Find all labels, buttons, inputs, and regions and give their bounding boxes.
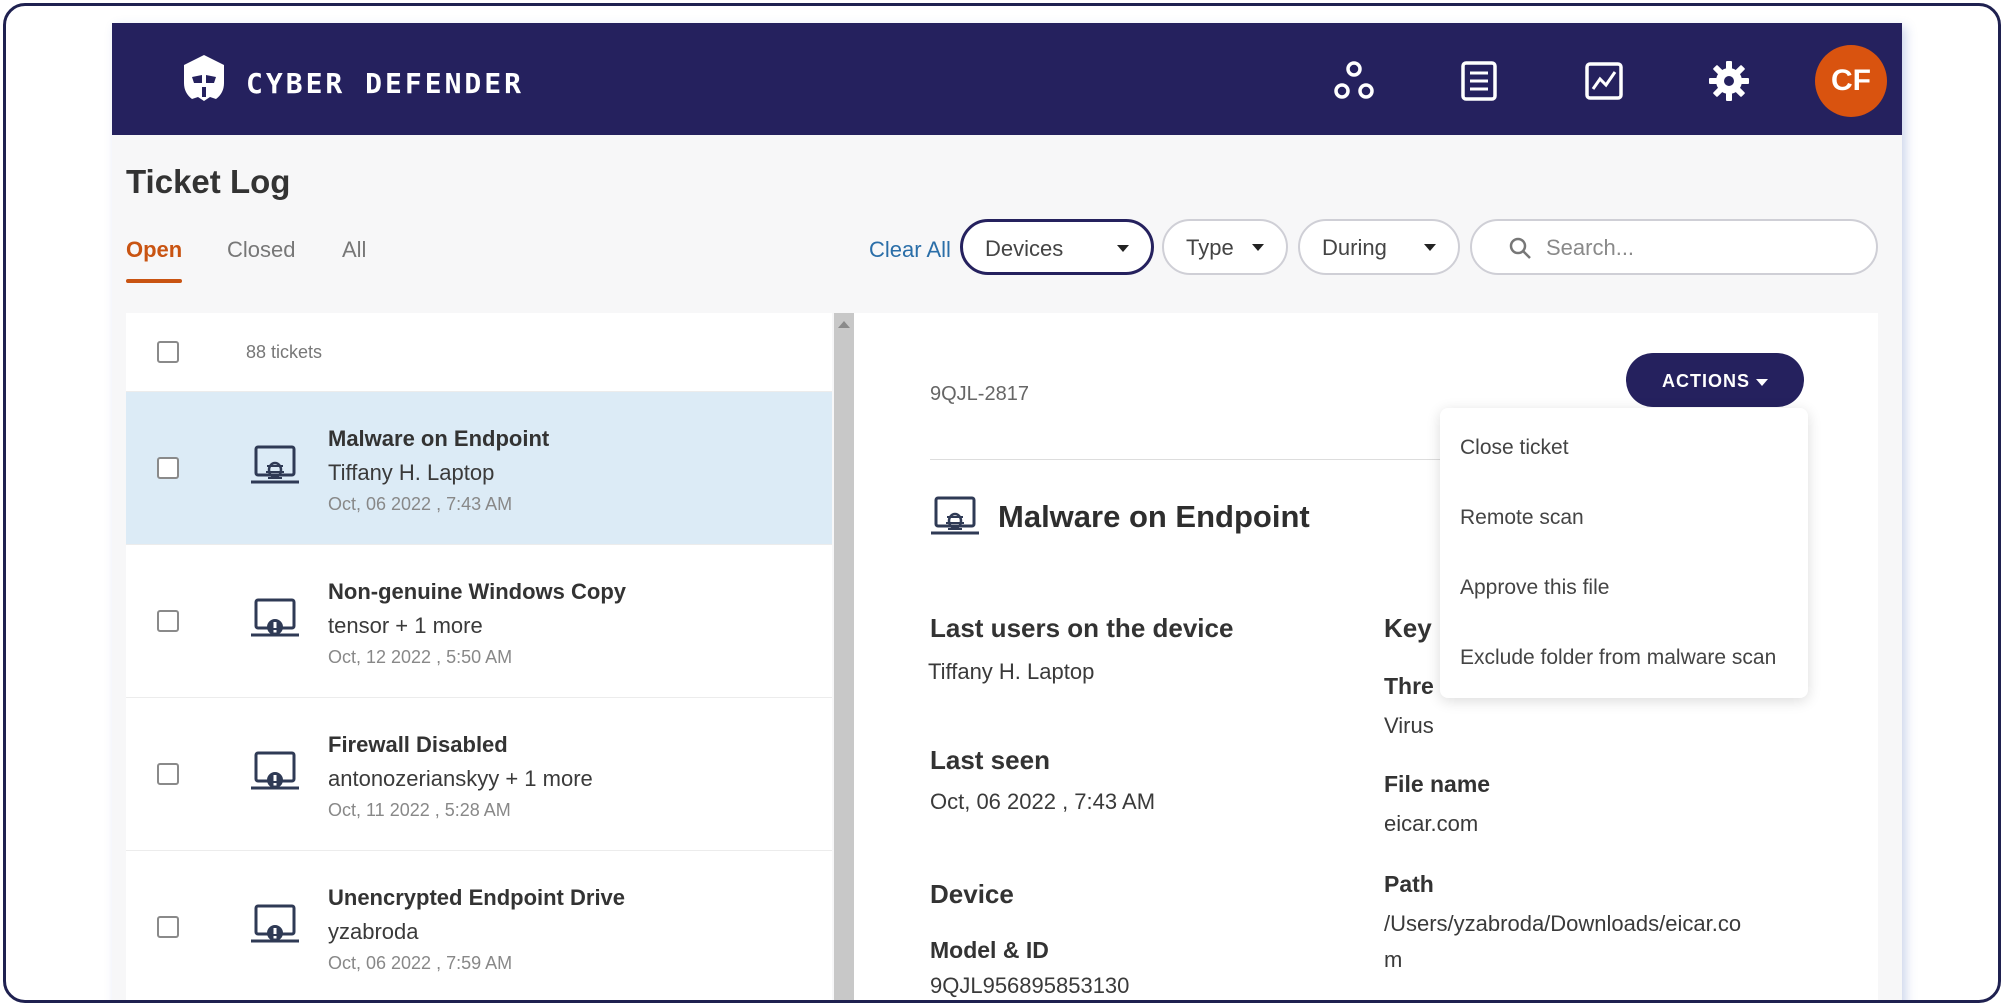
last-seen-value: Oct, 06 2022 , 7:43 AM [930, 789, 1156, 814]
active-tab-underline [126, 279, 182, 283]
model-id-heading: Model & ID [930, 937, 1049, 963]
ticket-device: antonozerianskyy + 1 more [328, 766, 593, 791]
during-filter-dropdown[interactable]: During [1298, 219, 1460, 275]
actions-dropdown-menu: Close ticket Remote scan Approve this fi… [1440, 408, 1808, 698]
ticket-date: Oct, 06 2022 , 7:59 AM [328, 953, 513, 973]
path-heading: Path [1384, 871, 1434, 897]
ticket-title: Unencrypted Endpoint Drive [328, 885, 626, 910]
ticket-title: Malware on Endpoint [328, 426, 550, 451]
malware-device-icon [251, 445, 299, 484]
tab-open[interactable]: Open [126, 237, 182, 263]
menu-item-close-ticket[interactable]: Close ticket [1460, 436, 1569, 460]
search-input[interactable] [1544, 231, 1848, 265]
ticket-device: Tiffany H. Laptop [328, 460, 495, 485]
file-name-value: eicar.com [1384, 811, 1479, 836]
file-name-heading: File name [1384, 771, 1491, 797]
ticket-list: 88 tickets Malware on Endpoint Tiffany H… [126, 313, 832, 1000]
chevron-down-icon [1117, 245, 1129, 252]
ticket-row[interactable]: Firewall Disabled antonozerianskyy + 1 m… [126, 698, 832, 851]
devices-filter-dropdown[interactable]: Devices [960, 219, 1154, 275]
during-filter-label: During [1322, 235, 1387, 260]
gear-icon[interactable] [1707, 59, 1751, 103]
screenshot-frame: CYBER DEFENDER CF Ticket Log Open Closed… [3, 3, 2001, 1003]
ticket-row[interactable]: Non-genuine Windows Copy tensor + 1 more… [126, 545, 832, 698]
type-filter-dropdown[interactable]: Type [1162, 219, 1288, 275]
alert-device-icon [251, 751, 299, 790]
chevron-down-icon [1424, 244, 1436, 251]
last-users-value: Tiffany H. Laptop [928, 659, 1095, 684]
type-filter-label: Type [1186, 235, 1234, 260]
menu-item-remote-scan[interactable]: Remote scan [1460, 506, 1584, 530]
list-icon[interactable] [1457, 59, 1501, 103]
list-header: 88 tickets [126, 313, 832, 392]
key-heading: Key [1384, 613, 1432, 643]
page-title: Ticket Log [126, 163, 291, 200]
row-checkbox[interactable] [157, 763, 179, 785]
tab-closed[interactable]: Closed [227, 237, 295, 263]
divider [930, 459, 1450, 460]
ticket-device: tensor + 1 more [328, 613, 483, 638]
chevron-down-icon [1756, 378, 1768, 386]
list-scrollbar[interactable] [834, 313, 854, 1000]
clear-all-link[interactable]: Clear All [869, 237, 951, 263]
brand-name: CYBER DEFENDER [246, 67, 525, 100]
row-checkbox[interactable] [157, 457, 179, 479]
ticket-row[interactable]: Unencrypted Endpoint Drive yzabroda Oct,… [126, 851, 832, 1000]
ticket-id: 9QJL-2817 [930, 383, 1029, 405]
menu-item-approve-file[interactable]: Approve this file [1460, 576, 1609, 600]
ticket-date: Oct, 12 2022 , 5:50 AM [328, 647, 513, 667]
chevron-down-icon [1252, 244, 1264, 251]
search-icon [1509, 237, 1531, 259]
ticket-date: Oct, 11 2022 , 5:28 AM [328, 800, 511, 820]
top-bar: CYBER DEFENDER CF [112, 23, 1902, 135]
tab-all[interactable]: All [342, 237, 366, 263]
actions-button[interactable]: ACTIONS [1626, 353, 1804, 407]
select-all-checkbox[interactable] [157, 341, 179, 363]
menu-item-exclude-folder[interactable]: Exclude folder from malware scan [1460, 646, 1776, 670]
user-avatar[interactable]: CF [1815, 45, 1887, 117]
ticket-row[interactable]: Malware on Endpoint Tiffany H. Laptop Oc… [126, 392, 832, 545]
ticket-title: Non-genuine Windows Copy [328, 579, 626, 604]
path-value-line2: m [1384, 947, 1403, 972]
devices-filter-label: Devices [985, 236, 1064, 261]
model-id-value: 9QJL956895853130 [930, 973, 1130, 998]
actions-button-label: ACTIONS [1662, 371, 1750, 391]
row-checkbox[interactable] [157, 610, 179, 632]
chart-icon[interactable] [1582, 59, 1626, 103]
last-seen-heading: Last seen [930, 745, 1050, 775]
ticket-count: 88 tickets [246, 342, 323, 362]
threat-value: Virus [1384, 713, 1434, 738]
alert-device-icon [251, 598, 299, 637]
last-users-heading: Last users on the device [930, 613, 1234, 643]
ticket-device: yzabroda [328, 919, 419, 944]
ticket-title: Firewall Disabled [328, 732, 508, 757]
alert-device-icon [251, 904, 299, 943]
shield-logo-icon [184, 55, 224, 101]
detail-title: Malware on Endpoint [998, 499, 1310, 534]
threat-heading: Thre [1384, 673, 1434, 699]
ticket-date: Oct, 06 2022 , 7:43 AM [328, 494, 513, 514]
scroll-up-arrow-icon[interactable] [838, 321, 850, 328]
device-heading: Device [930, 879, 1014, 909]
search-box[interactable] [1470, 219, 1878, 275]
path-value-line1: /Users/yzabroda/Downloads/eicar.co [1384, 911, 1742, 936]
network-icon[interactable] [1332, 59, 1376, 103]
row-checkbox[interactable] [157, 916, 179, 938]
malware-device-icon [931, 496, 979, 535]
